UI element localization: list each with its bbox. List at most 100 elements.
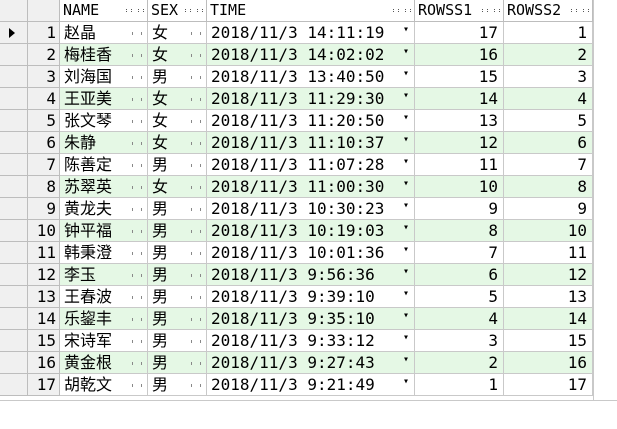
cell-rowss2[interactable]: 12: [504, 264, 593, 286]
cell-time[interactable]: 2018/11/3 9:27:43 ▾: [207, 352, 415, 374]
ellipsis-button-icon[interactable]: [191, 362, 201, 364]
ellipsis-button-icon[interactable]: [191, 252, 201, 254]
cell-rowss2[interactable]: 17: [504, 374, 593, 396]
ellipsis-button-icon[interactable]: [132, 274, 142, 276]
cell-rowss2[interactable]: 6: [504, 132, 593, 154]
dropdown-arrow-icon[interactable]: ▾: [403, 154, 409, 169]
dropdown-arrow-icon[interactable]: ▾: [403, 220, 409, 235]
cell-sex[interactable]: 男: [148, 220, 207, 242]
dropdown-arrow-icon[interactable]: ▾: [403, 330, 409, 345]
cell-time[interactable]: 2018/11/3 9:21:49 ▾: [207, 374, 415, 396]
cell-rowss2[interactable]: 15: [504, 330, 593, 352]
ellipsis-button-icon[interactable]: [191, 76, 201, 78]
cell-name[interactable]: 苏翠英: [60, 176, 148, 198]
ellipsis-button-icon[interactable]: [191, 208, 201, 210]
dropdown-arrow-icon[interactable]: ▾: [403, 374, 409, 389]
cell-rowss2[interactable]: 3: [504, 66, 593, 88]
ellipsis-button-icon[interactable]: [132, 32, 142, 34]
cell-rowss1[interactable]: 12: [415, 132, 504, 154]
ellipsis-button-icon[interactable]: [132, 120, 142, 122]
cell-rowss1[interactable]: 15: [415, 66, 504, 88]
dropdown-arrow-icon[interactable]: ▾: [403, 22, 409, 37]
dropdown-arrow-icon[interactable]: ▾: [403, 352, 409, 367]
cell-sex[interactable]: 女: [148, 22, 207, 44]
cell-sex[interactable]: 女: [148, 88, 207, 110]
cell-rowss2[interactable]: 13: [504, 286, 593, 308]
cell-time[interactable]: 2018/11/3 10:01:36 ▾: [207, 242, 415, 264]
cell-rowss1[interactable]: 8: [415, 220, 504, 242]
ellipsis-button-icon[interactable]: [132, 384, 142, 386]
cell-name[interactable]: 钟平福: [60, 220, 148, 242]
ellipsis-button-icon[interactable]: [191, 98, 201, 100]
cell-sex[interactable]: 男: [148, 66, 207, 88]
cell-rowss2[interactable]: 1: [504, 22, 593, 44]
ellipsis-button-icon[interactable]: [191, 340, 201, 342]
cell-sex[interactable]: 女: [148, 176, 207, 198]
cell-time[interactable]: 2018/11/3 9:33:12 ▾: [207, 330, 415, 352]
cell-sex[interactable]: 男: [148, 198, 207, 220]
ellipsis-button-icon[interactable]: [132, 230, 142, 232]
cell-rowss2[interactable]: 11: [504, 242, 593, 264]
cell-time[interactable]: 2018/11/3 10:19:03 ▾: [207, 220, 415, 242]
cell-time[interactable]: 2018/11/3 14:11:19 ▾: [207, 22, 415, 44]
cell-name[interactable]: 朱静: [60, 132, 148, 154]
cell-time[interactable]: 2018/11/3 11:07:28 ▾: [207, 154, 415, 176]
row-selector[interactable]: [0, 44, 28, 66]
ellipsis-button-icon[interactable]: [191, 164, 201, 166]
ellipsis-button-icon[interactable]: [191, 384, 201, 386]
dropdown-arrow-icon[interactable]: ▾: [403, 176, 409, 191]
cell-name[interactable]: 张文琴: [60, 110, 148, 132]
dropdown-arrow-icon[interactable]: ▾: [403, 66, 409, 81]
cell-rowss2[interactable]: 2: [504, 44, 593, 66]
cell-rowss2[interactable]: 14: [504, 308, 593, 330]
row-selector[interactable]: [0, 66, 28, 88]
cell-rowss2[interactable]: 5: [504, 110, 593, 132]
row-selector[interactable]: [0, 110, 28, 132]
cell-rowss1[interactable]: 2: [415, 352, 504, 374]
row-selector[interactable]: [0, 22, 28, 44]
ellipsis-button-icon[interactable]: [191, 142, 201, 144]
cell-rowss1[interactable]: 10: [415, 176, 504, 198]
cell-name[interactable]: 韩秉澄: [60, 242, 148, 264]
dropdown-arrow-icon[interactable]: ▾: [403, 264, 409, 279]
cell-sex[interactable]: 男: [148, 242, 207, 264]
cell-rowss1[interactable]: 9: [415, 198, 504, 220]
cell-rowss1[interactable]: 4: [415, 308, 504, 330]
ellipsis-button-icon[interactable]: [132, 142, 142, 144]
cell-time[interactable]: 2018/11/3 11:29:30 ▾: [207, 88, 415, 110]
row-selector[interactable]: [0, 176, 28, 198]
row-selector[interactable]: [0, 330, 28, 352]
row-selector[interactable]: [0, 88, 28, 110]
cell-rowss1[interactable]: 13: [415, 110, 504, 132]
ellipsis-button-icon[interactable]: [191, 274, 201, 276]
cell-name[interactable]: 黄龙夫: [60, 198, 148, 220]
row-selector[interactable]: [0, 154, 28, 176]
column-header-rowss1[interactable]: ROWSS1: [415, 0, 504, 22]
cell-rowss1[interactable]: 6: [415, 264, 504, 286]
dropdown-arrow-icon[interactable]: ▾: [403, 286, 409, 301]
dropdown-arrow-icon[interactable]: ▾: [403, 198, 409, 213]
cell-rowss1[interactable]: 17: [415, 22, 504, 44]
ellipsis-button-icon[interactable]: [132, 164, 142, 166]
grid-empty-area[interactable]: [0, 400, 617, 429]
cell-sex[interactable]: 男: [148, 264, 207, 286]
ellipsis-button-icon[interactable]: [132, 54, 142, 56]
cell-name[interactable]: 刘海国: [60, 66, 148, 88]
cell-rowss2[interactable]: 4: [504, 88, 593, 110]
row-selector[interactable]: [0, 220, 28, 242]
cell-time[interactable]: 2018/11/3 10:30:23 ▾: [207, 198, 415, 220]
ellipsis-button-icon[interactable]: [191, 120, 201, 122]
ellipsis-button-icon[interactable]: [191, 318, 201, 320]
row-selector[interactable]: [0, 242, 28, 264]
cell-sex[interactable]: 男: [148, 330, 207, 352]
column-header-time[interactable]: TIME: [207, 0, 415, 22]
cell-name[interactable]: 黄金根: [60, 352, 148, 374]
ellipsis-button-icon[interactable]: [132, 98, 142, 100]
ellipsis-button-icon[interactable]: [132, 296, 142, 298]
dropdown-arrow-icon[interactable]: ▾: [403, 308, 409, 323]
cell-rowss1[interactable]: 11: [415, 154, 504, 176]
cell-sex[interactable]: 女: [148, 110, 207, 132]
ellipsis-button-icon[interactable]: [191, 186, 201, 188]
cell-name[interactable]: 王春波: [60, 286, 148, 308]
cell-time[interactable]: 2018/11/3 11:10:37 ▾: [207, 132, 415, 154]
